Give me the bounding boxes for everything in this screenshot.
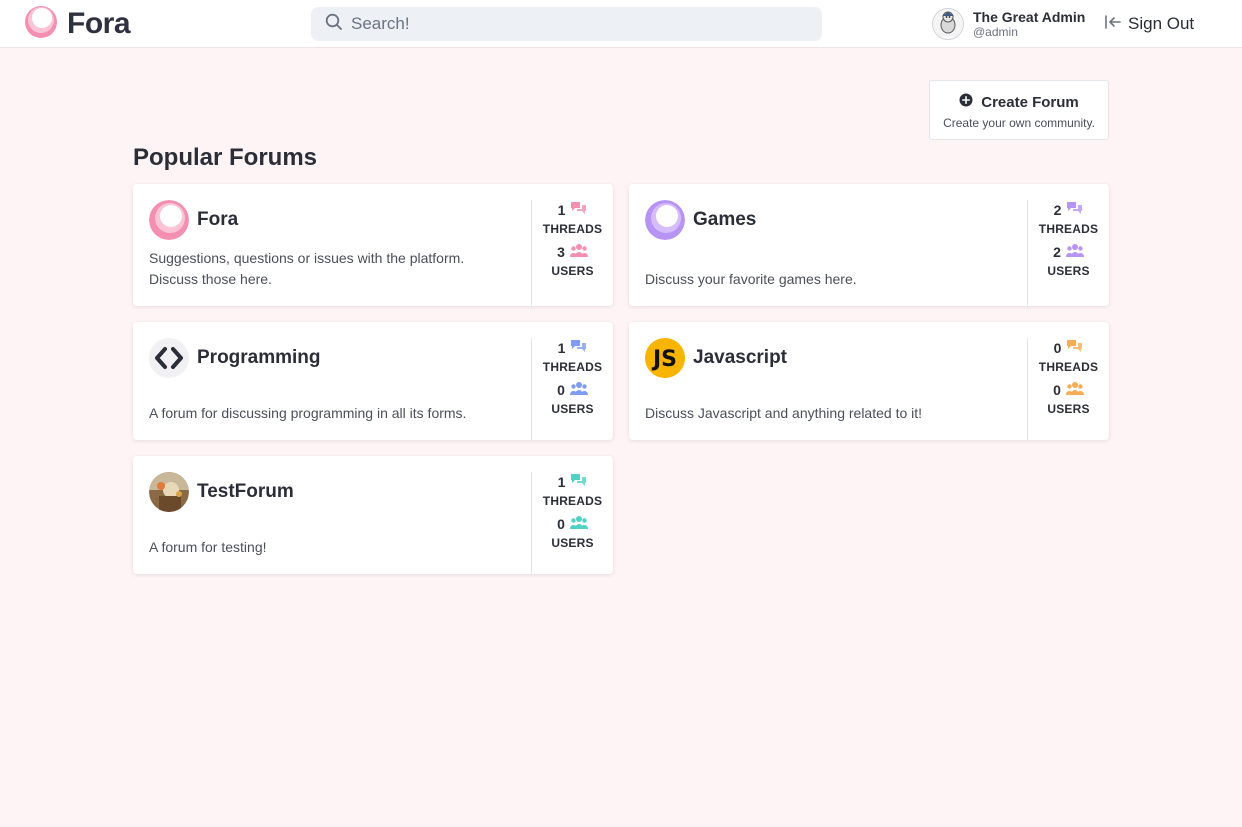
- threads-stat: 2 THREADS: [1028, 200, 1109, 236]
- chat-bubbles-icon: [570, 473, 587, 491]
- forum-name: TestForum: [197, 481, 294, 502]
- users-count: 3: [557, 244, 565, 260]
- users-label: USERS: [1047, 264, 1090, 278]
- user-profile[interactable]: The Great Admin @admin: [932, 8, 1085, 40]
- users-stat: 0 USERS: [532, 380, 613, 416]
- chat-bubbles-icon: [1066, 339, 1083, 357]
- search-input[interactable]: [351, 9, 791, 39]
- sign-out-label: Sign Out: [1128, 14, 1195, 33]
- forum-description: A forum for testing!: [149, 539, 267, 555]
- threads-count: 1: [557, 340, 566, 356]
- users-label: USERS: [1047, 402, 1090, 416]
- threads-stat: 1 THREADS: [532, 200, 613, 236]
- users-group-icon: [569, 381, 588, 399]
- users-count: 2: [1053, 244, 1061, 260]
- users-stat: 3 USERS: [532, 242, 613, 278]
- users-stat: 0 USERS: [532, 514, 613, 550]
- users-group-icon: [1065, 381, 1084, 399]
- threads-count: 2: [1053, 202, 1062, 218]
- user-info: The Great Admin @admin: [973, 9, 1085, 39]
- forum-card-testforum[interactable]: TestForum A forum for testing! 1 THREADS…: [133, 456, 613, 574]
- forum-card-fora[interactable]: Fora Suggestions, questions or issues wi…: [133, 184, 613, 306]
- top-navbar: Fora The Great Admin: [0, 0, 1242, 48]
- threads-count: 0: [1053, 340, 1062, 356]
- chat-bubbles-icon: [570, 201, 587, 219]
- fora-logo-icon: [149, 200, 189, 240]
- forum-name: Javascript: [693, 347, 788, 368]
- user-avatar-icon: [933, 9, 963, 39]
- chat-bubbles-icon: [1066, 201, 1083, 219]
- chat-bubbles-icon: [570, 339, 587, 357]
- page-title: Popular Forums: [133, 144, 318, 171]
- app-logo[interactable]: Fora: [24, 5, 131, 44]
- create-forum-button[interactable]: Create Forum Create your own community.: [929, 80, 1109, 140]
- threads-label: THREADS: [542, 222, 603, 236]
- create-forum-title: Create Forum: [981, 93, 1079, 111]
- sign-out-icon: [1104, 13, 1122, 36]
- users-group-icon: [1065, 243, 1084, 261]
- forum-card-javascript[interactable]: JS Javascript Discuss Javascript and any…: [629, 322, 1109, 440]
- threads-stat: 1 THREADS: [532, 472, 613, 508]
- users-count: 0: [557, 516, 565, 532]
- forum-description: A forum for discussing programming in al…: [149, 405, 467, 421]
- threads-count: 1: [557, 202, 566, 218]
- search-bar[interactable]: [311, 7, 822, 41]
- forum-stats: 1 THREADS 0 USERS: [531, 472, 613, 574]
- users-stat: 2 USERS: [1028, 242, 1109, 278]
- users-count: 0: [1053, 382, 1061, 398]
- threads-label: THREADS: [1038, 360, 1099, 374]
- users-group-icon: [569, 515, 588, 533]
- users-label: USERS: [551, 264, 594, 278]
- create-forum-subtitle: Create your own community.: [943, 116, 1095, 130]
- forum-stats: 2 THREADS 2 USERS: [1027, 200, 1109, 306]
- user-display-name: The Great Admin: [973, 9, 1086, 25]
- search-icon: [325, 13, 343, 36]
- forum-name: Fora: [197, 209, 239, 230]
- user-handle: @admin: [973, 25, 1018, 39]
- photo-avatar-icon: [149, 472, 189, 512]
- js-logo-icon: JS: [645, 338, 685, 378]
- forum-description: Discuss Javascript and anything related …: [645, 405, 923, 421]
- forum-name: Games: [693, 209, 757, 230]
- forum-name: Programming: [197, 347, 321, 368]
- forum-card-games[interactable]: Games Discuss your favorite games here. …: [629, 184, 1109, 306]
- users-count: 0: [557, 382, 565, 398]
- games-bubble-icon: [645, 200, 685, 240]
- forum-stats: 1 THREADS 0 USERS: [531, 338, 613, 440]
- threads-count: 1: [557, 474, 566, 490]
- threads-stat: 0 THREADS: [1028, 338, 1109, 374]
- users-group-icon: [569, 243, 588, 261]
- threads-label: THREADS: [1038, 222, 1099, 236]
- app-name: Fora: [67, 7, 131, 40]
- sign-out-button[interactable]: Sign Out: [1104, 12, 1194, 36]
- svg-text:JS: JS: [651, 347, 677, 372]
- users-label: USERS: [551, 402, 594, 416]
- forum-stats: 0 THREADS 0 USERS: [1027, 338, 1109, 440]
- threads-label: THREADS: [542, 360, 603, 374]
- threads-stat: 1 THREADS: [532, 338, 613, 374]
- forum-card-programming[interactable]: Programming A forum for discussing progr…: [133, 322, 613, 440]
- forum-stats: 1 THREADS 3 USERS: [531, 200, 613, 306]
- fora-logo-icon: [24, 5, 58, 44]
- users-stat: 0 USERS: [1028, 380, 1109, 416]
- forum-description: Discuss your favorite games here.: [645, 271, 857, 287]
- plus-circle-icon: [959, 93, 973, 111]
- code-brackets-icon: [149, 338, 189, 378]
- avatar[interactable]: [932, 8, 964, 40]
- users-label: USERS: [551, 536, 594, 550]
- threads-label: THREADS: [542, 494, 603, 508]
- forum-description: Suggestions, questions or issues with th…: [149, 250, 465, 287]
